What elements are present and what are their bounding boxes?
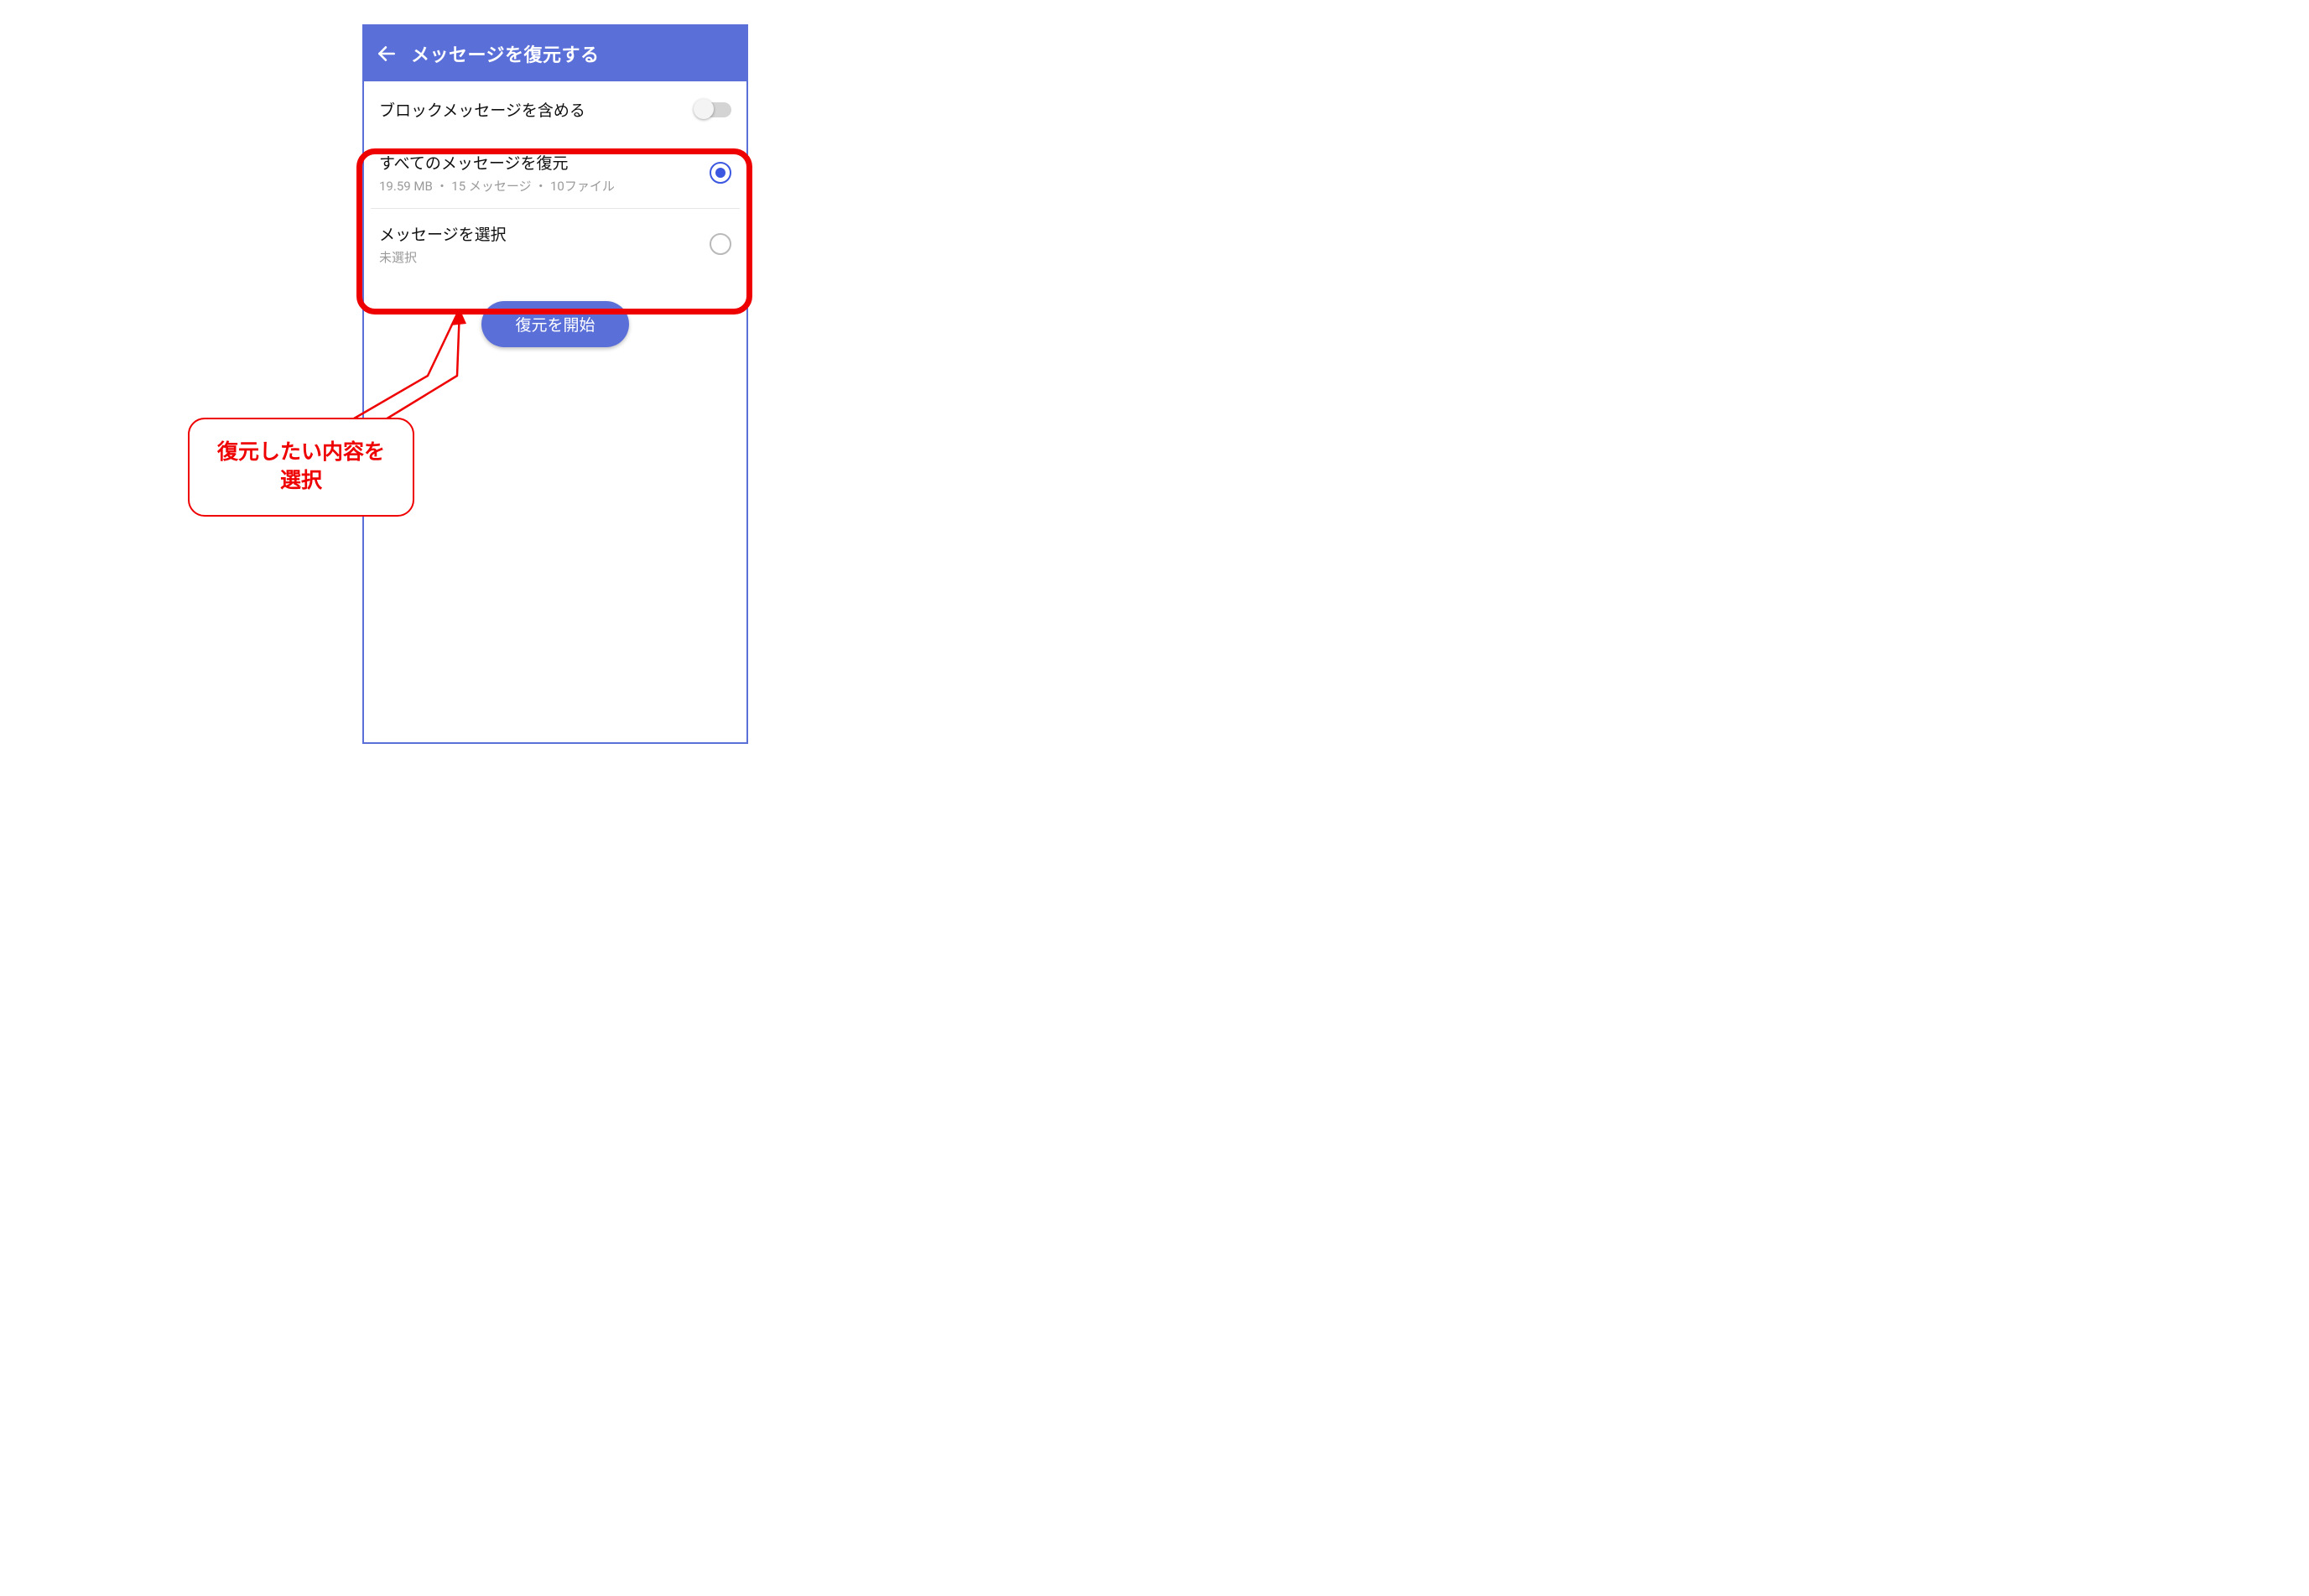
- option-select-messages-sub: 未選択: [379, 248, 710, 266]
- include-blocked-label: ブロックメッセージを含める: [379, 98, 585, 121]
- phone-frame: メッセージを復元する ブロックメッセージを含める すべてのメッセージを復元 19…: [362, 24, 748, 744]
- back-arrow-icon[interactable]: [376, 43, 398, 65]
- option-restore-all[interactable]: すべてのメッセージを復元 19.59 MB ・ 15 メッセージ ・ 10ファイ…: [371, 138, 740, 208]
- option-select-messages[interactable]: メッセージを選択 未選択: [371, 208, 740, 279]
- include-blocked-row[interactable]: ブロックメッセージを含める: [364, 81, 746, 138]
- option-restore-all-sub: 19.59 MB ・ 15 メッセージ ・ 10ファイル: [379, 177, 710, 195]
- radio-restore-all-icon[interactable]: [710, 162, 731, 184]
- annotation-callout: 復元したい内容を 選択: [188, 418, 414, 517]
- radio-select-messages-icon[interactable]: [710, 233, 731, 255]
- restore-options-group: すべてのメッセージを復元 19.59 MB ・ 15 メッセージ ・ 10ファイ…: [371, 138, 740, 279]
- option-select-messages-title: メッセージを選択: [379, 222, 710, 245]
- start-restore-button[interactable]: 復元を開始: [481, 301, 628, 347]
- option-restore-all-title: すべてのメッセージを復元: [379, 151, 710, 174]
- app-bar: メッセージを復元する: [364, 26, 746, 81]
- include-blocked-toggle[interactable]: [696, 102, 731, 117]
- toggle-knob-icon: [694, 99, 714, 119]
- annotation-callout-text: 復元したい内容を 選択: [217, 439, 385, 496]
- page-title: メッセージを復元する: [411, 40, 600, 67]
